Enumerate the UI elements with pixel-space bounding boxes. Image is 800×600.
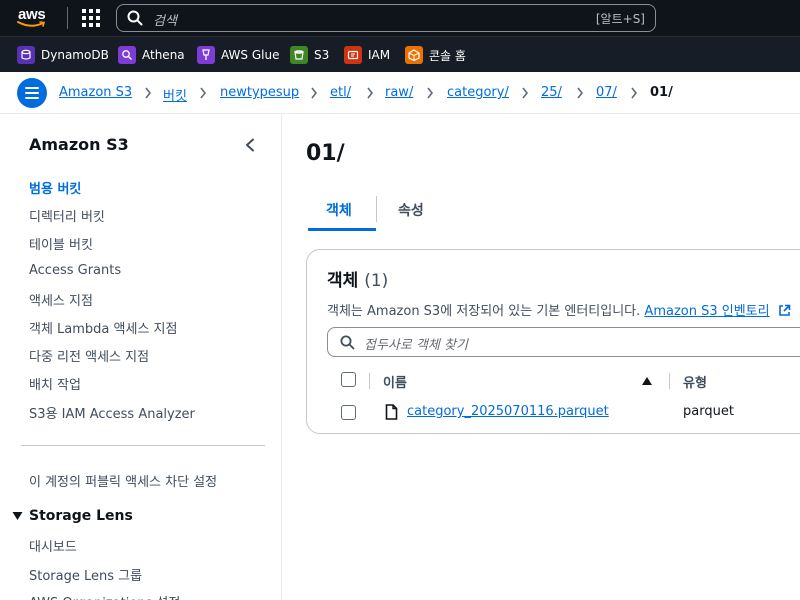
- chevron-right-icon: [311, 87, 318, 99]
- sidebar-item-dashboards[interactable]: 대시보드: [29, 536, 77, 555]
- iam-icon: [344, 46, 362, 64]
- column-header-type[interactable]: 유형: [683, 372, 707, 391]
- chevron-right-icon: [145, 87, 152, 99]
- sidebar-section-title: Storage Lens: [29, 508, 133, 524]
- chevron-right-icon: [200, 87, 207, 99]
- filter-placeholder: 접두사로 객체 찾기: [364, 338, 468, 353]
- chevron-right-icon: [367, 87, 374, 99]
- objects-count: (1): [364, 271, 389, 291]
- object-type: parquet: [683, 404, 734, 419]
- favorite-label: Athena: [142, 48, 185, 62]
- sidebar-item-storage-lens-groups[interactable]: Storage Lens 그룹: [29, 565, 142, 584]
- objects-container: 객체 (1) 객체는 Amazon S3에 저장되어 있는 기본 엔터티입니다.…: [306, 249, 800, 434]
- chevron-right-icon: [522, 87, 529, 99]
- tab-separator: [376, 196, 377, 222]
- chevron-right-icon: [577, 87, 584, 99]
- athena-icon: [118, 46, 136, 64]
- favorite-dynamodb[interactable]: DynamoDB: [17, 46, 109, 64]
- tab-objects[interactable]: 객체: [326, 200, 352, 220]
- row-checkbox[interactable]: [341, 405, 356, 420]
- object-filter-input[interactable]: 접두사로 객체 찾기: [327, 327, 800, 357]
- sidebar-item-block-public-access[interactable]: 이 계정의 퍼블릭 액세스 차단 설정: [29, 471, 217, 490]
- favorite-glue[interactable]: AWS Glue: [197, 46, 279, 64]
- column-separator: [369, 373, 370, 389]
- object-name-link[interactable]: category_2025070116.parquet: [407, 404, 609, 419]
- sidebar-item-organizations-settings[interactable]: AWS Organizations 설정: [29, 592, 180, 600]
- side-navigation-title[interactable]: Amazon S3: [29, 135, 129, 154]
- breadcrumb-item[interactable]: 25/: [541, 85, 562, 100]
- close-navigation-icon[interactable]: [244, 138, 256, 152]
- favorites-bar: DynamoDB Athena AWS Glue S3 IAM 콘솔 홈: [0, 36, 800, 72]
- side-navigation: Amazon S3 범용 버킷 디렉터리 버킷 테이블 버킷 Access Gr…: [0, 114, 282, 600]
- glue-icon: [197, 46, 215, 64]
- column-separator: [669, 373, 670, 389]
- favorite-label: S3: [314, 48, 330, 62]
- sidebar-item-iam-access-analyzer[interactable]: S3용 IAM Access Analyzer: [29, 403, 195, 422]
- search-icon: [340, 335, 355, 350]
- favorite-label: 콘솔 홈: [429, 48, 466, 63]
- sidebar-item-access-grants[interactable]: Access Grants: [29, 263, 121, 278]
- aws-logo[interactable]: aws: [16, 5, 50, 31]
- top-navigation: aws 검색 [알트+S]: [0, 0, 800, 36]
- sidebar-section-storage-lens[interactable]: Storage Lens: [12, 508, 133, 524]
- sidebar-divider: [21, 445, 265, 446]
- sidebar-item-batch-operations[interactable]: 배치 작업: [29, 374, 81, 393]
- chevron-right-icon: [631, 87, 638, 99]
- aws-smile-icon: [17, 21, 46, 27]
- sidebar-item-multi-region-access-points[interactable]: 다중 리전 액세스 지점: [29, 346, 149, 365]
- services-grid-icon[interactable]: [82, 9, 100, 27]
- side-navigation-toggle-button[interactable]: [17, 78, 47, 108]
- page-title: 01/: [306, 141, 345, 166]
- external-link-icon[interactable]: [778, 304, 791, 317]
- favorite-label: AWS Glue: [221, 48, 280, 62]
- sidebar-item-table-buckets[interactable]: 테이블 버킷: [29, 234, 93, 253]
- objects-heading-text: 객체: [327, 271, 359, 291]
- search-placeholder: 검색: [153, 14, 177, 29]
- breadcrumb-item[interactable]: Amazon S3: [59, 85, 132, 100]
- dynamodb-icon: [17, 46, 35, 64]
- file-icon: [385, 404, 398, 420]
- breadcrumb-item[interactable]: newtypesup: [220, 85, 299, 100]
- favorite-athena[interactable]: Athena: [118, 46, 185, 64]
- search-shortcut: [알트+S]: [595, 12, 645, 26]
- breadcrumb-item[interactable]: raw/: [385, 85, 413, 100]
- breadcrumb-item[interactable]: 07/: [596, 85, 617, 100]
- search-icon: [127, 10, 143, 26]
- inventory-link[interactable]: Amazon S3 인벤토리: [644, 304, 769, 319]
- select-all-checkbox[interactable]: [341, 372, 356, 387]
- sidebar-item-object-lambda-access-points[interactable]: 객체 Lambda 액세스 지점: [29, 318, 177, 337]
- caret-down-icon: [12, 512, 23, 520]
- favorite-console-home[interactable]: 콘솔 홈: [405, 46, 466, 64]
- breadcrumb-item[interactable]: etl/: [330, 85, 351, 100]
- objects-heading: 객체 (1): [327, 266, 388, 291]
- breadcrumb-item[interactable]: category/: [447, 85, 509, 100]
- console-home-icon: [405, 46, 423, 64]
- favorite-iam[interactable]: IAM: [344, 46, 390, 64]
- global-search-input[interactable]: 검색 [알트+S]: [116, 4, 656, 32]
- objects-description: 객체는 Amazon S3에 저장되어 있는 기본 엔터티입니다. Amazon…: [327, 300, 791, 319]
- breadcrumb-current: 01/: [650, 85, 673, 100]
- sidebar-item-access-points[interactable]: 액세스 지점: [29, 290, 93, 309]
- favorite-label: DynamoDB: [41, 48, 109, 62]
- breadcrumb-bar: Amazon S3 버킷 newtypesup etl/ raw/ catego…: [0, 72, 800, 114]
- favorite-s3[interactable]: S3: [290, 46, 329, 64]
- sidebar-item-directory-buckets[interactable]: 디렉터리 버킷: [29, 206, 105, 225]
- objects-description-text: 객체는 Amazon S3에 저장되어 있는 기본 엔터티입니다.: [327, 304, 641, 319]
- favorite-label: IAM: [368, 48, 391, 62]
- s3-icon: [290, 46, 308, 64]
- sort-ascending-icon[interactable]: [641, 376, 653, 386]
- sidebar-item-general-purpose-buckets[interactable]: 범용 버킷: [29, 178, 81, 197]
- nav-divider: [67, 7, 68, 29]
- tab-properties[interactable]: 속성: [398, 200, 424, 220]
- active-tab-indicator: [308, 228, 376, 231]
- breadcrumb-item[interactable]: 버킷: [163, 85, 187, 104]
- table-header: 이름 유형: [327, 368, 800, 394]
- column-header-name[interactable]: 이름: [383, 372, 407, 391]
- chevron-right-icon: [427, 87, 434, 99]
